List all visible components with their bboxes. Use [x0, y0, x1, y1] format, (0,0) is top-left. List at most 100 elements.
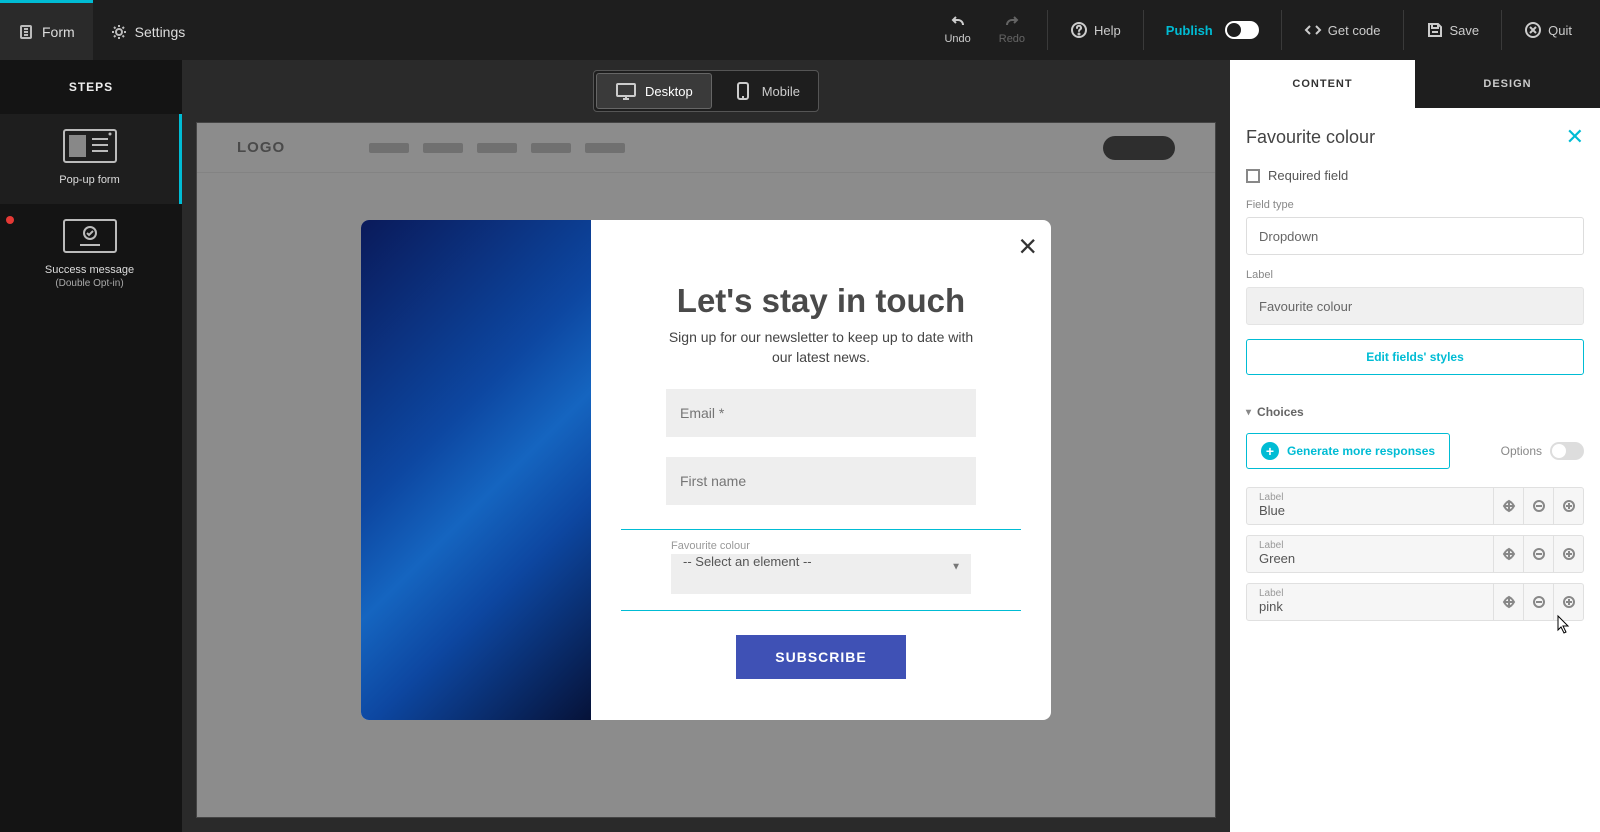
- separator: [1143, 10, 1144, 50]
- checkbox-icon: [1246, 169, 1260, 183]
- choice-remove-button[interactable]: [1523, 488, 1553, 524]
- popup-dropdown-field[interactable]: Favourite colour -- Select an element --…: [621, 529, 1021, 611]
- field-type-label: Field type: [1246, 199, 1584, 211]
- choice-remove-button[interactable]: [1523, 584, 1553, 620]
- popup-preview[interactable]: × Let's stay in touch Sign up for our ne…: [361, 220, 1051, 720]
- redo-label: Redo: [999, 33, 1025, 45]
- help-button[interactable]: Help: [1058, 0, 1133, 60]
- options-toggle[interactable]: [1550, 442, 1584, 460]
- tab-form-label: Form: [42, 24, 75, 40]
- tab-content[interactable]: CONTENT: [1230, 60, 1415, 108]
- choice-add-button[interactable]: [1553, 488, 1583, 524]
- choice-drag-handle[interactable]: [1493, 536, 1523, 572]
- choice-add-button[interactable]: [1553, 584, 1583, 620]
- popup-close-button[interactable]: ×: [1018, 230, 1037, 262]
- popup-image[interactable]: [361, 220, 591, 720]
- required-label: Required field: [1268, 168, 1348, 183]
- success-message-icon: [62, 218, 118, 254]
- separator: [1047, 10, 1048, 50]
- panel-body: Favourite colour ✕ Required field Field …: [1230, 108, 1600, 832]
- popup-subtitle[interactable]: Sign up for our newsletter to keep up to…: [661, 328, 981, 367]
- redo-button[interactable]: Redo: [987, 0, 1037, 60]
- popup-firstname-input[interactable]: [666, 457, 976, 505]
- choice-label-caption: Label: [1259, 588, 1481, 599]
- quit-label: Quit: [1548, 23, 1572, 38]
- top-tabs: Form Settings: [0, 0, 203, 60]
- gear-icon: [111, 24, 127, 40]
- options-toggle-row: Options: [1501, 442, 1584, 460]
- alert-dot-icon: [6, 216, 14, 224]
- close-icon: [1524, 21, 1542, 39]
- undo-icon: [949, 15, 967, 33]
- popup-dropdown[interactable]: -- Select an element --: [671, 554, 971, 594]
- get-code-label: Get code: [1328, 23, 1381, 38]
- publish-button[interactable]: Publish: [1154, 0, 1271, 60]
- form-icon: [18, 24, 34, 40]
- choice-label-caption: Label: [1259, 492, 1481, 503]
- choices-header[interactable]: Choices: [1246, 405, 1584, 419]
- save-label: Save: [1450, 23, 1480, 38]
- choice-drag-handle[interactable]: [1493, 488, 1523, 524]
- help-label: Help: [1094, 23, 1121, 38]
- choice-value: pink: [1259, 599, 1481, 614]
- label-input[interactable]: [1246, 287, 1584, 325]
- tab-form[interactable]: Form: [0, 0, 93, 60]
- popup-dropdown-label: Favourite colour: [671, 540, 971, 552]
- quit-button[interactable]: Quit: [1512, 0, 1584, 60]
- choice-remove-button[interactable]: [1523, 536, 1553, 572]
- choice-main[interactable]: LabelGreen: [1247, 536, 1493, 572]
- choice-main[interactable]: Labelpink: [1247, 584, 1493, 620]
- popup-form-icon: [62, 128, 118, 164]
- right-panel: CONTENT DESIGN Favourite colour ✕ Requir…: [1230, 60, 1600, 832]
- device-desktop[interactable]: Desktop: [596, 73, 712, 109]
- choice-item: Labelpink: [1246, 583, 1584, 621]
- choice-item: LabelGreen: [1246, 535, 1584, 573]
- field-type-select[interactable]: [1246, 217, 1584, 255]
- undo-button[interactable]: Undo: [932, 0, 982, 60]
- help-icon: [1070, 21, 1088, 39]
- sidebar: STEPS Pop-up form Success message (Doubl…: [0, 60, 182, 832]
- desktop-icon: [615, 82, 637, 100]
- label-label: Label: [1246, 269, 1584, 281]
- device-mobile[interactable]: Mobile: [714, 71, 818, 111]
- choice-value: Blue: [1259, 503, 1481, 518]
- separator: [1281, 10, 1282, 50]
- step-subtitle: (Double Opt-in): [0, 278, 179, 289]
- publish-toggle[interactable]: [1225, 21, 1259, 39]
- edit-styles-button[interactable]: Edit fields' styles: [1246, 339, 1584, 375]
- panel-close-button[interactable]: ✕: [1566, 124, 1584, 150]
- popup-email-input[interactable]: [666, 389, 976, 437]
- publish-label: Publish: [1166, 23, 1213, 38]
- device-desktop-label: Desktop: [645, 84, 693, 99]
- popup-subscribe-button[interactable]: SUBSCRIBE: [736, 635, 906, 679]
- canvas: Desktop Mobile LOGO × Let's stay in touc…: [182, 60, 1230, 832]
- device-switcher: Desktop Mobile: [182, 60, 1230, 122]
- tab-settings[interactable]: Settings: [93, 0, 204, 60]
- choices-list: LabelBlueLabelGreenLabelpink: [1246, 487, 1584, 621]
- plus-icon: +: [1261, 442, 1279, 460]
- choice-value: Green: [1259, 551, 1481, 566]
- tab-design[interactable]: DESIGN: [1415, 60, 1600, 108]
- choice-add-button[interactable]: [1553, 536, 1583, 572]
- popup-body: × Let's stay in touch Sign up for our ne…: [591, 220, 1051, 720]
- choice-drag-handle[interactable]: [1493, 584, 1523, 620]
- panel-title: Favourite colour: [1246, 127, 1375, 148]
- step-success-message[interactable]: Success message (Double Opt-in): [0, 204, 182, 307]
- save-button[interactable]: Save: [1414, 0, 1492, 60]
- choice-main[interactable]: LabelBlue: [1247, 488, 1493, 524]
- mobile-icon: [732, 82, 754, 100]
- separator: [1501, 10, 1502, 50]
- get-code-button[interactable]: Get code: [1292, 0, 1393, 60]
- save-icon: [1426, 21, 1444, 39]
- popup-title[interactable]: Let's stay in touch: [677, 282, 965, 320]
- separator: [1403, 10, 1404, 50]
- preview-area: LOGO × Let's stay in touch Sign up for o…: [196, 122, 1216, 818]
- panel-tabs: CONTENT DESIGN: [1230, 60, 1600, 108]
- required-checkbox[interactable]: Required field: [1246, 168, 1584, 183]
- tab-settings-label: Settings: [135, 24, 186, 40]
- steps-header: STEPS: [0, 60, 182, 114]
- top-actions: Undo Redo Help Publish Get code Save: [932, 0, 1600, 60]
- redo-icon: [1003, 15, 1021, 33]
- generate-responses-button[interactable]: + Generate more responses: [1246, 433, 1450, 469]
- step-popup-form[interactable]: Pop-up form: [0, 114, 182, 204]
